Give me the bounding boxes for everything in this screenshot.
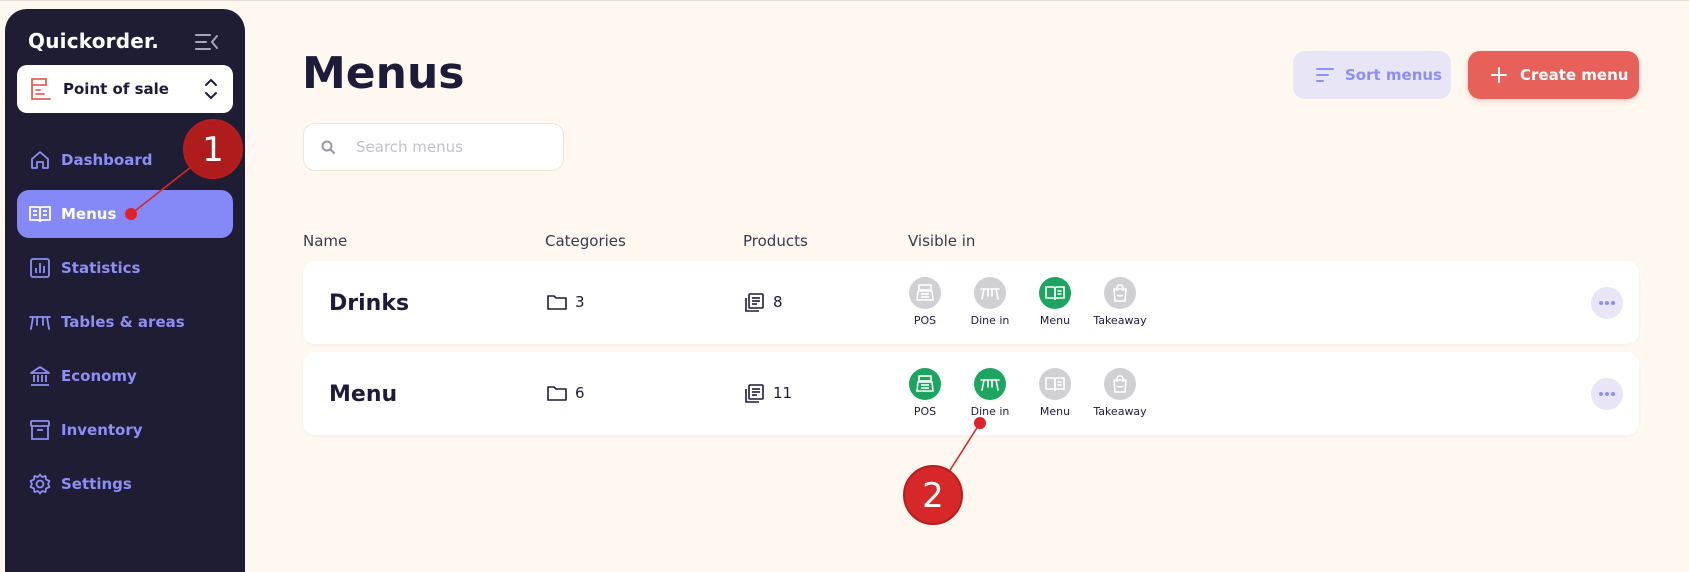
products-icon bbox=[743, 383, 765, 405]
plus-icon bbox=[1490, 66, 1508, 84]
sort-icon bbox=[1315, 66, 1335, 84]
table-row[interactable]: Drinks 3 8 POS Dine in Menu Takeaway bbox=[303, 261, 1639, 344]
folder-icon bbox=[546, 292, 568, 312]
pos-register-icon bbox=[909, 368, 941, 400]
column-header-name: Name bbox=[303, 232, 348, 250]
sidebar-item-label: Statistics bbox=[61, 259, 141, 277]
visibility-dine-in[interactable]: Dine in bbox=[960, 277, 1020, 333]
bank-icon bbox=[29, 365, 51, 387]
chart-icon bbox=[29, 257, 51, 279]
shopping-bag-icon bbox=[1104, 368, 1136, 400]
search-box[interactable] bbox=[303, 123, 564, 171]
search-icon bbox=[320, 139, 336, 155]
sort-menus-label: Sort menus bbox=[1345, 66, 1442, 84]
more-options-button[interactable] bbox=[1591, 287, 1623, 319]
categories-count: 6 bbox=[575, 384, 585, 402]
shopping-bag-icon bbox=[1104, 277, 1136, 309]
book-icon bbox=[29, 203, 51, 225]
table-icon bbox=[974, 277, 1006, 309]
visibility-label: POS bbox=[913, 405, 937, 418]
sidebar-item-label: Menus bbox=[61, 205, 117, 223]
brand-logo: Quickorder. bbox=[28, 29, 160, 53]
visibility-label: Takeaway bbox=[1093, 405, 1147, 418]
collapse-sidebar-icon[interactable] bbox=[194, 31, 220, 53]
sidebar-item-economy[interactable]: Economy bbox=[17, 352, 233, 400]
sidebar-item-menus[interactable]: Menus bbox=[17, 190, 233, 238]
visibility-menu[interactable]: Menu bbox=[1025, 277, 1085, 333]
sidebar-item-label: Dashboard bbox=[61, 151, 153, 169]
visibility-label: Menu bbox=[1039, 314, 1071, 327]
visibility-dine-in[interactable]: Dine in bbox=[960, 368, 1020, 424]
annotation-badge-2: 2 bbox=[903, 465, 963, 525]
menu-name: Menu bbox=[329, 382, 398, 407]
location-select[interactable]: Point of sale bbox=[17, 65, 233, 113]
sidebar: Quickorder. Point of sale Dashboard Menu… bbox=[5, 9, 245, 572]
products-count: 11 bbox=[773, 384, 793, 402]
visibility-label: Dine in bbox=[970, 314, 1010, 327]
more-options-button[interactable] bbox=[1591, 378, 1623, 410]
top-border bbox=[0, 0, 1689, 1]
pos-register-icon bbox=[29, 77, 53, 101]
sidebar-item-label: Settings bbox=[61, 475, 132, 493]
page-title: Menus bbox=[302, 48, 465, 99]
create-menu-label: Create menu bbox=[1520, 66, 1629, 84]
book-icon bbox=[1039, 368, 1071, 400]
column-header-products: Products bbox=[743, 232, 808, 250]
annotation-badge-1: 1 bbox=[183, 119, 243, 179]
search-input[interactable] bbox=[356, 136, 546, 158]
table-icon bbox=[29, 311, 51, 333]
home-icon bbox=[29, 149, 51, 171]
visibility-pos[interactable]: POS bbox=[895, 277, 955, 333]
pos-register-icon bbox=[909, 277, 941, 309]
folder-icon bbox=[546, 383, 568, 403]
sidebar-item-inventory[interactable]: Inventory bbox=[17, 406, 233, 454]
column-header-categories: Categories bbox=[545, 232, 626, 250]
sort-menus-button[interactable]: Sort menus bbox=[1293, 51, 1451, 99]
visibility-pos[interactable]: POS bbox=[895, 368, 955, 424]
visibility-takeaway[interactable]: Takeaway bbox=[1090, 277, 1150, 333]
categories-count: 3 bbox=[575, 293, 585, 311]
chevron-updown-icon bbox=[203, 77, 219, 101]
book-icon bbox=[1039, 277, 1071, 309]
visibility-label: POS bbox=[913, 314, 937, 327]
products-count: 8 bbox=[773, 293, 783, 311]
visibility-label: Takeaway bbox=[1093, 314, 1147, 327]
products-icon bbox=[743, 292, 765, 314]
more-dots-icon bbox=[1599, 392, 1615, 396]
more-dots-icon bbox=[1599, 301, 1615, 305]
archive-icon bbox=[29, 419, 51, 441]
sidebar-item-statistics[interactable]: Statistics bbox=[17, 244, 233, 292]
visibility-menu[interactable]: Menu bbox=[1025, 368, 1085, 424]
visibility-label: Menu bbox=[1039, 405, 1071, 418]
table-icon bbox=[974, 368, 1006, 400]
table-row[interactable]: Menu 6 11 POS Dine in Menu Takeaway bbox=[303, 352, 1639, 435]
sidebar-item-tables-areas[interactable]: Tables & areas bbox=[17, 298, 233, 346]
sidebar-item-label: Economy bbox=[61, 367, 137, 385]
gear-icon bbox=[29, 473, 51, 495]
menu-name: Drinks bbox=[329, 291, 410, 316]
column-header-visible-in: Visible in bbox=[908, 232, 976, 250]
sidebar-item-settings[interactable]: Settings bbox=[17, 460, 233, 508]
visibility-takeaway[interactable]: Takeaway bbox=[1090, 368, 1150, 424]
create-menu-button[interactable]: Create menu bbox=[1468, 51, 1639, 99]
sidebar-item-label: Inventory bbox=[61, 421, 143, 439]
sidebar-item-label: Tables & areas bbox=[61, 313, 185, 331]
location-select-label: Point of sale bbox=[63, 80, 169, 98]
visibility-label: Dine in bbox=[970, 405, 1010, 418]
